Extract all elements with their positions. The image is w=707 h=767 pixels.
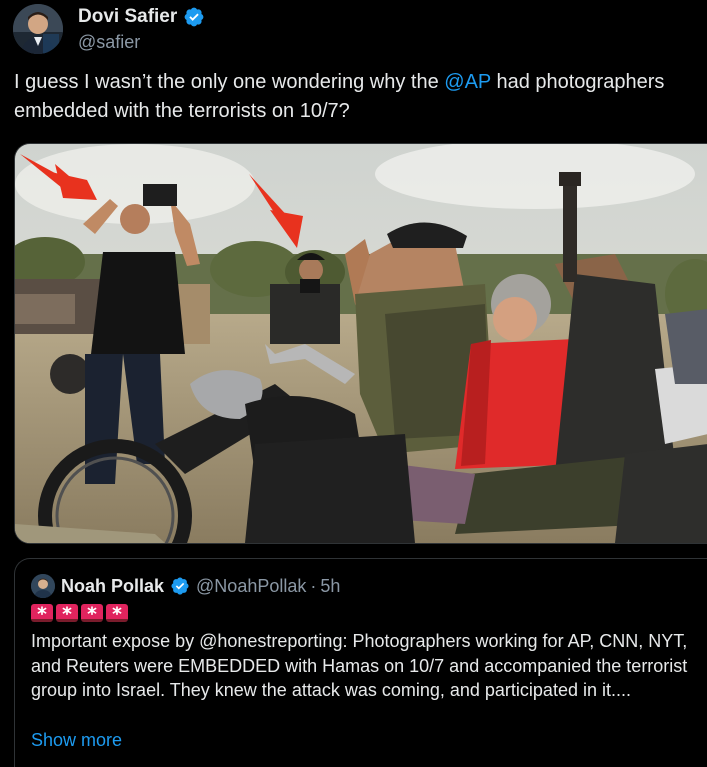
quoted-tweet-header: Noah Pollak @NoahPollak · 5h [31, 573, 340, 599]
tweet-text: I guess I wasn’t the only one wondering … [14, 68, 699, 126]
verified-badge-icon[interactable] [170, 576, 190, 596]
tweet-author: Dovi Safier @safier [78, 4, 205, 53]
tweet: Dovi Safier @safier I guess I wasn’t the… [0, 0, 707, 767]
photo-image [15, 144, 707, 543]
siren-emoji-icon [106, 604, 128, 622]
show-more-link[interactable]: Show more [31, 730, 122, 751]
quoted-author-display-name[interactable]: Noah Pollak [61, 576, 164, 597]
mention-link[interactable]: @AP [444, 71, 491, 93]
quoted-tweet-time[interactable]: 5h [320, 576, 340, 597]
quoted-author-avatar-icon[interactable] [31, 574, 55, 598]
tweet-photo[interactable] [14, 143, 707, 544]
quoted-author-handle[interactable]: @NoahPollak [196, 576, 306, 597]
siren-emoji-icon [81, 604, 103, 622]
author-display-name[interactable]: Dovi Safier [78, 6, 177, 28]
author-handle[interactable]: @safier [78, 32, 205, 53]
siren-emoji-icon [56, 604, 78, 622]
tweet-text-before: I guess I wasn’t the only one wondering … [14, 71, 445, 93]
profile-photo-icon[interactable] [13, 4, 63, 54]
meta-separator: · [310, 575, 317, 596]
siren-emoji-row [31, 604, 128, 622]
quoted-tweet-text: Important expose by @honestreporting: Ph… [31, 631, 688, 700]
quoted-tweet-meta: @NoahPollak · 5h [196, 576, 340, 597]
siren-emoji-icon [31, 604, 53, 622]
verified-badge-icon[interactable] [183, 6, 205, 28]
quoted-tweet[interactable]: Noah Pollak @NoahPollak · 5h Important e… [14, 558, 707, 767]
